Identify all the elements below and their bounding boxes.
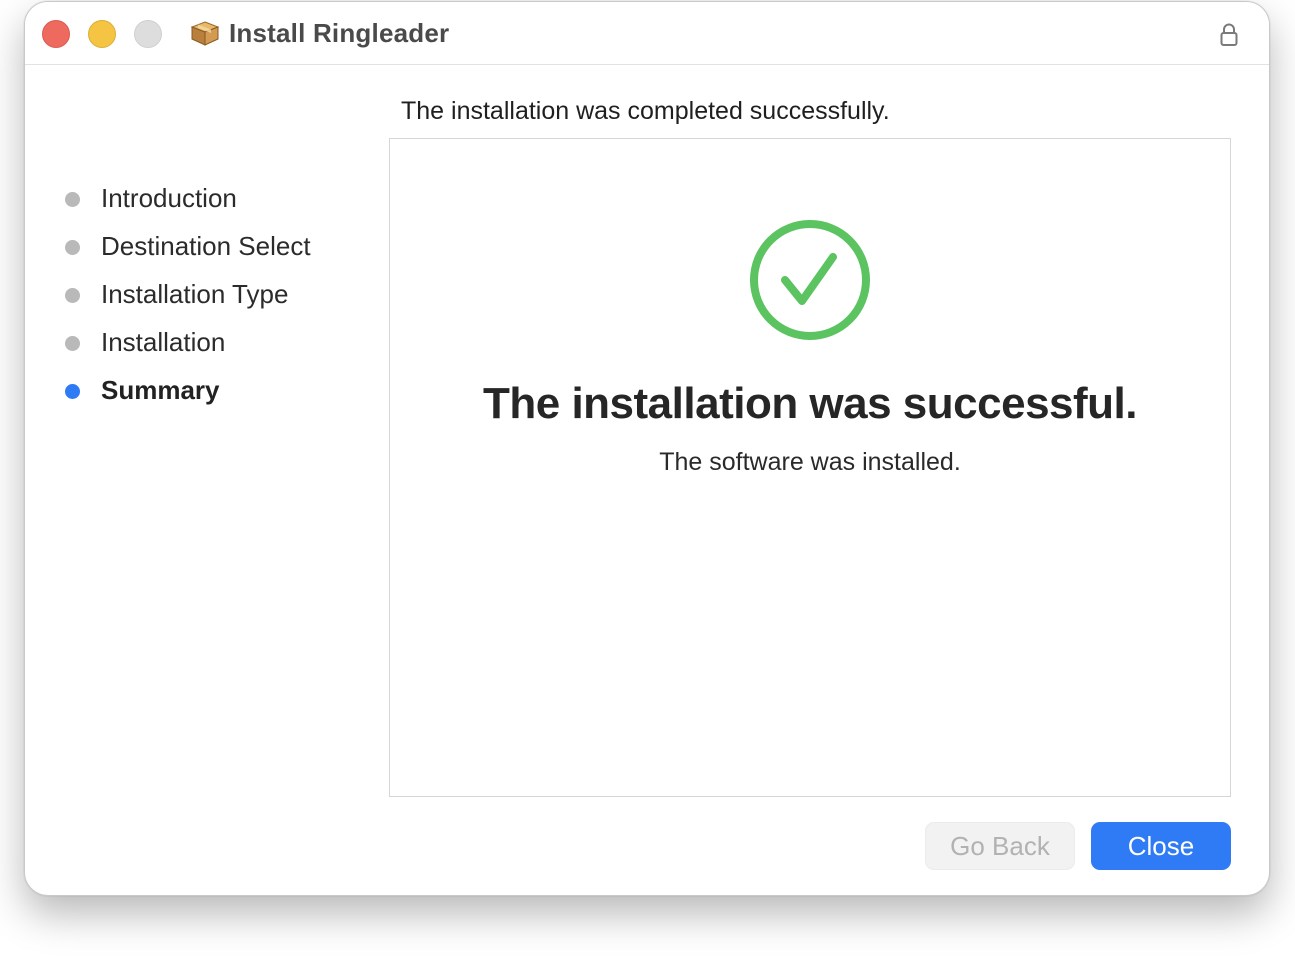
installer-window: Install Ringleader Introduction Destinat…: [24, 1, 1270, 896]
step-label: Installation Type: [101, 279, 289, 309]
step-label: Destination Select: [101, 231, 311, 261]
summary-content-panel: The installation was successful. The sof…: [389, 138, 1231, 797]
title-bar[interactable]: Install Ringleader: [25, 2, 1269, 65]
zoom-window-button: [134, 20, 162, 48]
step-label-active: Summary: [101, 375, 220, 405]
checkmark-circle-icon: [750, 220, 870, 340]
step-destination-select: Destination Select: [53, 226, 373, 274]
installer-steps-sidebar: Introduction Destination Select Installa…: [53, 178, 373, 418]
go-back-button[interactable]: Go Back: [925, 822, 1075, 870]
package-icon: [190, 21, 220, 46]
close-button[interactable]: Close: [1091, 822, 1231, 870]
step-label: Installation: [101, 327, 226, 357]
window-title: Install Ringleader: [229, 18, 450, 48]
lock-icon: [1220, 23, 1238, 46]
step-indicator-dot: [65, 336, 80, 351]
step-indicator-dot: [65, 192, 80, 207]
step-indicator-dot-active: [65, 384, 80, 399]
success-title: The installation was successful.: [483, 379, 1138, 428]
step-indicator-dot: [65, 288, 80, 303]
minimize-window-button[interactable]: [88, 20, 116, 48]
step-introduction: Introduction: [53, 178, 373, 226]
page-header: The installation was completed successfu…: [401, 97, 890, 125]
step-installation-type: Installation Type: [53, 274, 373, 322]
step-summary: Summary: [53, 370, 373, 418]
step-label: Introduction: [101, 183, 237, 213]
success-subtitle: The software was installed.: [659, 448, 961, 476]
close-window-button[interactable]: [42, 20, 70, 48]
step-indicator-dot: [65, 240, 80, 255]
step-installation: Installation: [53, 322, 373, 370]
